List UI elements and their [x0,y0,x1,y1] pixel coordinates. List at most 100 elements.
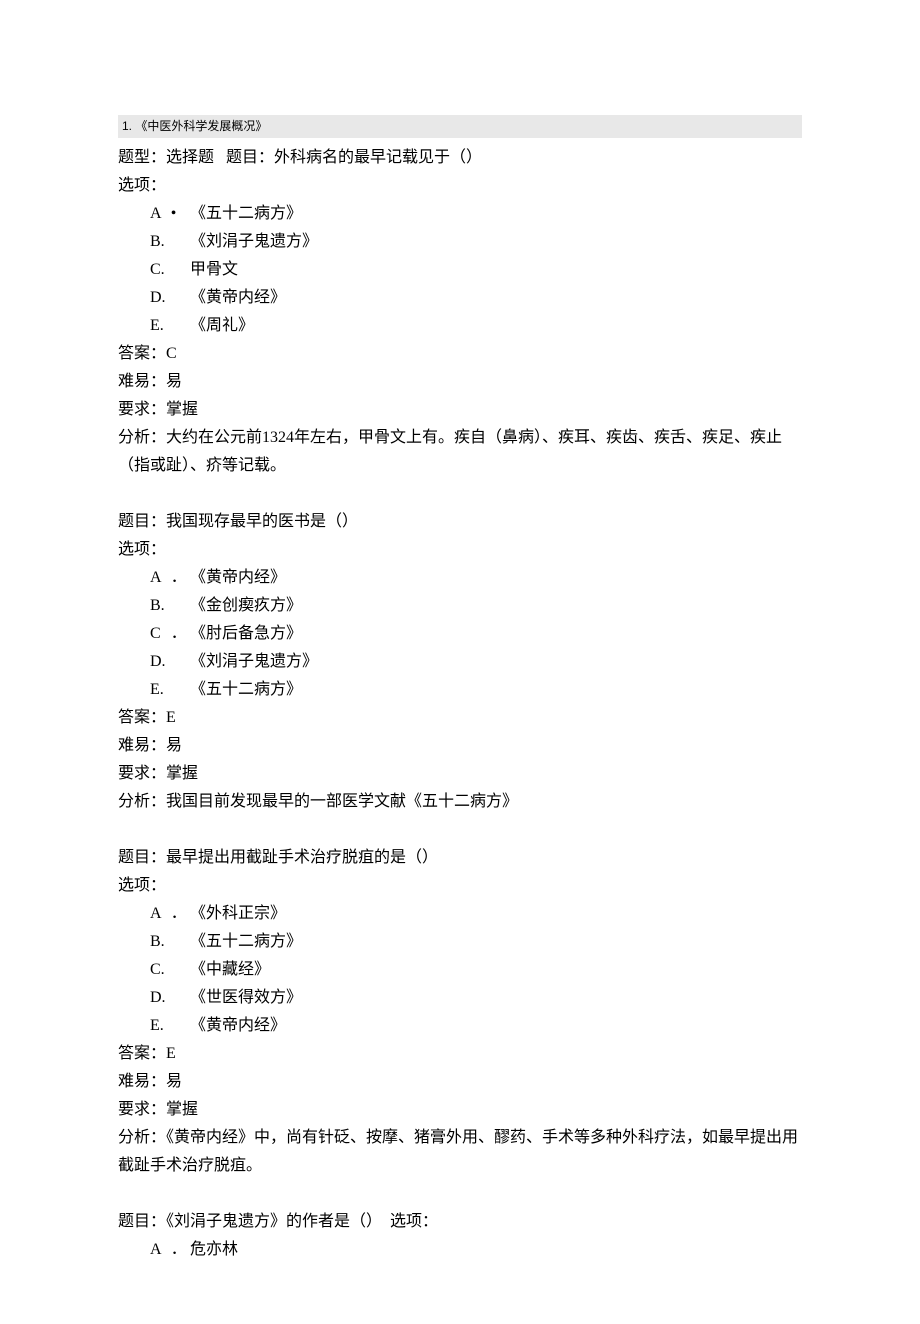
option-text: 危亦林 [190,1241,238,1258]
option-text: 《周礼》 [190,317,254,334]
options-label: 选项： [118,172,802,200]
option-letter: A [150,1236,171,1264]
option-letter: C [150,620,171,648]
answer-line: 答案：E [118,1040,802,1068]
option-letter: C. [150,956,171,984]
option-row: C. 《中藏经》 [118,956,802,984]
option-letter: A [150,200,171,228]
option-sep [171,1012,190,1040]
option-text: 《黄帝内经》 [190,569,286,586]
analysis-line: 分析：我国目前发现最早的一部医学文献《五十二病方》 [118,788,802,816]
question-head: 题目：我国现存最早的医书是（） [118,508,802,536]
option-letter: C. [150,256,171,284]
question-stem-label: 题目： [226,149,274,166]
option-row: C．《肘后备急方》 [118,620,802,648]
option-row: E. 《周礼》 [118,312,802,340]
option-sep: ． [171,620,190,648]
option-text: 《世医得效方》 [190,989,302,1006]
option-text: 甲骨文 [190,261,238,278]
question-stem: 最早提出用截趾手术治疗脱疽的是（） [166,849,438,866]
answer-line: 答案：E [118,704,802,732]
option-sep: ． [171,564,190,592]
option-row: A．《外科正宗》 [118,900,802,928]
option-sep [171,256,190,284]
option-text: 《刘涓子鬼遗方》 [190,233,318,250]
requirement-label: 要求： [118,765,166,782]
option-text: 《五十二病方》 [190,933,302,950]
option-sep [171,676,190,704]
question-block: 题目：《刘涓子鬼遗方》的作者是（） 选项： A．危亦林 [118,1208,802,1264]
question-stem-label: 题目： [118,849,166,866]
requirement-label: 要求： [118,401,166,418]
difficulty-value: 易 [166,373,182,390]
option-sep [171,312,190,340]
option-sep: ． [171,1236,190,1264]
answer-label: 答案： [118,345,166,362]
question-type-label: 题型：选择题 [118,149,214,166]
requirement-value: 掌握 [166,1101,198,1118]
option-letter: D. [150,984,171,1012]
option-letter: B. [150,592,171,620]
option-text: 《黄帝内经》 [190,1017,286,1034]
answer-label: 答案： [118,709,166,726]
difficulty-line: 难易：易 [118,1068,802,1096]
analysis-label: 分析： [118,1129,166,1146]
option-letter: E. [150,676,171,704]
option-text: 《黄帝内经》 [190,289,286,306]
option-sep: ． [171,900,190,928]
difficulty-line: 难易：易 [118,368,802,396]
option-letter: B. [150,228,171,256]
option-sep [171,928,190,956]
option-letter: E. [150,312,171,340]
difficulty-label: 难易： [118,1073,166,1090]
option-sep [171,284,190,312]
analysis-line: 分析：《黄帝内经》中，尚有针砭、按摩、猪膏外用、醪药、手术等多种外科疗法，如最早… [118,1124,802,1180]
options-label: 选项： [390,1213,438,1230]
question-stem-label: 题目： [118,513,166,530]
analysis-text: 我国目前发现最早的一部医学文献《五十二病方》 [166,793,518,810]
section-title-text: 《中医外科学发展概况》 [135,119,267,133]
difficulty-line: 难易：易 [118,732,802,760]
requirement-line: 要求：掌握 [118,1096,802,1124]
option-row: D. 《刘涓子鬼遗方》 [118,648,802,676]
difficulty-label: 难易： [118,737,166,754]
question-stem: 《刘涓子鬼遗方》的作者是（） [166,1213,382,1230]
answer-label: 答案： [118,1045,166,1062]
option-text: 《肘后备急方》 [190,625,302,642]
option-sep [171,228,190,256]
question-block: 题目：我国现存最早的医书是（） 选项： A．《黄帝内经》 B. 《金创瘈疚方》 … [118,508,802,816]
document-page: 1. 《中医外科学发展概况》 题型：选择题 题目：外科病名的最早记载见于（） 选… [0,0,920,1324]
option-row: A．危亦林 [118,1236,802,1264]
option-row: D. 《黄帝内经》 [118,284,802,312]
option-letter: A [150,900,171,928]
option-sep [171,592,190,620]
option-row: B. 《刘涓子鬼遗方》 [118,228,802,256]
option-letter: D. [150,284,171,312]
question-stem: 我国现存最早的医书是（） [166,513,358,530]
option-text: 《外科正宗》 [190,905,286,922]
option-sep: • [171,200,190,228]
difficulty-value: 易 [166,737,182,754]
section-number: 1. [122,119,132,133]
option-row: B. 《五十二病方》 [118,928,802,956]
option-row: E. 《黄帝内经》 [118,1012,802,1040]
analysis-text: 大约在公元前1324年左右，甲骨文上有。疾自（鼻病）、疾耳、疾齿、疾舌、疾足、疾… [118,429,782,474]
option-letter: E. [150,1012,171,1040]
option-sep [171,956,190,984]
section-header: 1. 《中医外科学发展概况》 [118,115,802,138]
requirement-label: 要求： [118,1101,166,1118]
question-stem: 外科病名的最早记载见于（） [274,149,482,166]
answer-line: 答案：C [118,340,802,368]
requirement-value: 掌握 [166,765,198,782]
option-sep [171,984,190,1012]
question-stem-label: 题目： [118,1213,166,1230]
option-letter: A [150,564,171,592]
option-row: C. 甲骨文 [118,256,802,284]
option-text: 《中藏经》 [190,961,270,978]
question-head: 题型：选择题 题目：外科病名的最早记载见于（） [118,144,802,172]
answer-value: E [166,1045,176,1062]
option-letter: D. [150,648,171,676]
analysis-text: 《黄帝内经》中，尚有针砭、按摩、猪膏外用、醪药、手术等多种外科疗法，如最早提出用… [118,1129,798,1174]
requirement-value: 掌握 [166,401,198,418]
options-label: 选项： [118,872,802,900]
